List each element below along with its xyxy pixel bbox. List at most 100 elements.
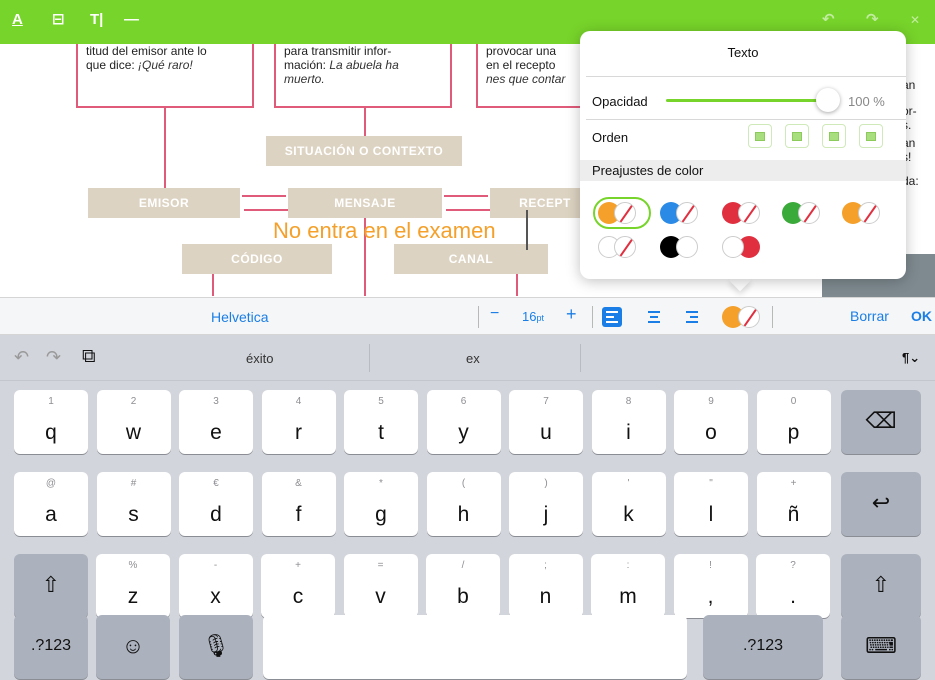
redo-icon[interactable]: ↷ <box>866 10 879 30</box>
shift-icon: ⇧ <box>41 572 61 597</box>
opacity-slider-track[interactable] <box>666 99 826 102</box>
key-x[interactable]: -x <box>178 554 253 618</box>
key-g[interactable]: * g <box>344 472 418 536</box>
key-ñ[interactable]: + ñ <box>756 472 831 536</box>
paste-icon[interactable]: ⧉ <box>82 346 96 368</box>
color-preset-white[interactable] <box>598 236 638 258</box>
suggestion-1[interactable]: éxito <box>246 351 273 366</box>
key-f[interactable]: & f <box>261 472 336 536</box>
key-hint: ( <box>461 478 466 489</box>
background-none-icon <box>614 236 636 258</box>
key-label: o <box>705 421 717 444</box>
key-h[interactable]: (h <box>426 472 501 536</box>
paragraph-style-icon[interactable]: ¶⌄ <box>902 350 920 366</box>
bring-forward-icon <box>792 131 802 141</box>
card-text: mación: La abuela ha <box>284 58 442 72</box>
undo-icon[interactable]: ↶ <box>822 10 835 30</box>
color-preset-green[interactable] <box>782 202 822 224</box>
key-a[interactable]: @ a <box>14 472 88 536</box>
space-key[interactable] <box>263 615 687 679</box>
onscreen-keyboard: ↶ ↷ ⧉ éxito ex ¶⌄ 1 q 2 w 3 e 4 r 5 t 6 y 7 u 8 i 9 o 0 p ⌫ @… <box>0 335 935 680</box>
key-w[interactable]: 2w <box>96 390 171 454</box>
font-size[interactable]: 16pt <box>522 309 544 324</box>
bring-to-front-button[interactable] <box>748 124 772 148</box>
color-preset-red[interactable] <box>722 202 762 224</box>
key-m[interactable]: :m <box>591 554 665 618</box>
text-tool-icon[interactable]: T| <box>90 10 103 30</box>
key-t[interactable]: 5t <box>344 390 418 454</box>
close-icon[interactable]: ✕ <box>910 10 920 30</box>
color-preset-blue[interactable] <box>660 202 700 224</box>
color-preset-orange-2[interactable] <box>842 202 882 224</box>
align-center-button[interactable] <box>644 307 664 327</box>
key-o[interactable]: 9o <box>674 390 748 454</box>
undo-icon[interactable]: ↶ <box>14 347 29 368</box>
numbers-key-right[interactable]: .?123 <box>703 615 823 679</box>
key-i[interactable]: 8i <box>591 390 666 454</box>
delete-button[interactable]: Borrar <box>850 308 889 324</box>
opacity-slider-knob[interactable] <box>816 88 840 112</box>
key-label: , <box>707 585 714 608</box>
card-example: La abuela ha <box>329 58 399 72</box>
decrease-size-button[interactable]: − <box>490 305 499 323</box>
key-z[interactable]: % z <box>96 554 170 618</box>
text-format-icon[interactable]: A <box>12 10 23 30</box>
shift-left-key[interactable]: ⇧ <box>14 554 88 618</box>
key-n[interactable]: ; n <box>508 554 583 618</box>
key-v[interactable]: = v <box>343 554 418 618</box>
divider <box>580 344 581 372</box>
key-p[interactable]: 0p <box>756 390 831 454</box>
increase-size-button[interactable]: + <box>566 304 577 325</box>
key-period[interactable]: ?. <box>756 554 830 618</box>
font-selector[interactable]: Helvetica <box>211 309 269 325</box>
comment-icon[interactable]: ⊟ <box>52 10 65 30</box>
shift-right-key[interactable]: ⇧ <box>841 554 921 618</box>
align-right-button[interactable] <box>682 307 702 327</box>
align-left-icon <box>606 311 618 313</box>
bring-forward-button[interactable] <box>785 124 809 148</box>
dictation-key[interactable]: 🎙 <box>179 615 253 679</box>
arrow-up <box>164 108 166 188</box>
color-preset-red-2[interactable] <box>722 236 762 258</box>
key-y[interactable]: 6y <box>426 390 501 454</box>
key-s[interactable]: # s <box>96 472 171 536</box>
key-u[interactable]: 7u <box>509 390 583 454</box>
return-key[interactable]: ↩ <box>841 472 921 536</box>
color-preset-orange[interactable] <box>598 202 638 224</box>
key-label: .?123 <box>742 637 784 654</box>
key-hint: ' <box>627 478 630 489</box>
backspace-key[interactable]: ⌫ <box>841 390 921 454</box>
key-b[interactable]: / b <box>426 554 500 618</box>
key-comma[interactable]: !, <box>673 554 748 618</box>
key-e[interactable]: 3e <box>179 390 253 454</box>
microphone-icon: 🎙 <box>202 633 230 658</box>
key-r[interactable]: 4r <box>261 390 336 454</box>
numbers-key-left[interactable]: .?123 <box>14 615 88 679</box>
send-backward-button[interactable] <box>822 124 846 148</box>
ok-button[interactable]: OK <box>911 308 932 324</box>
suggestion-2[interactable]: ex <box>466 351 480 366</box>
align-center-icon <box>650 316 658 318</box>
line-icon[interactable]: — <box>124 10 139 30</box>
key-label: q <box>45 421 57 444</box>
key-k[interactable]: ' k <box>591 472 666 536</box>
send-to-back-button[interactable] <box>859 124 883 148</box>
color-preset-black[interactable] <box>660 236 700 258</box>
text-annotation[interactable]: No entra en el examen <box>273 218 496 244</box>
emoji-icon: ☺ <box>121 633 145 658</box>
key-l[interactable]: " l <box>674 472 748 536</box>
emoji-key[interactable]: ☺ <box>96 615 170 679</box>
key-c[interactable]: + c <box>261 554 335 618</box>
redo-icon[interactable]: ↷ <box>46 347 61 368</box>
shift-icon: ⇧ <box>871 572 891 597</box>
key-label: .?123 <box>30 637 72 654</box>
hide-keyboard-key[interactable]: ⌨ <box>841 615 921 679</box>
key-hint: @ <box>45 478 57 489</box>
key-j[interactable]: ) j <box>509 472 583 536</box>
key-q[interactable]: 1q <box>14 390 88 454</box>
key-hint: 9 <box>708 396 714 407</box>
key-hint: € <box>213 478 219 489</box>
text-color-button[interactable] <box>722 305 766 329</box>
align-left-button[interactable] <box>602 307 622 327</box>
key-d[interactable]: € d <box>179 472 253 536</box>
